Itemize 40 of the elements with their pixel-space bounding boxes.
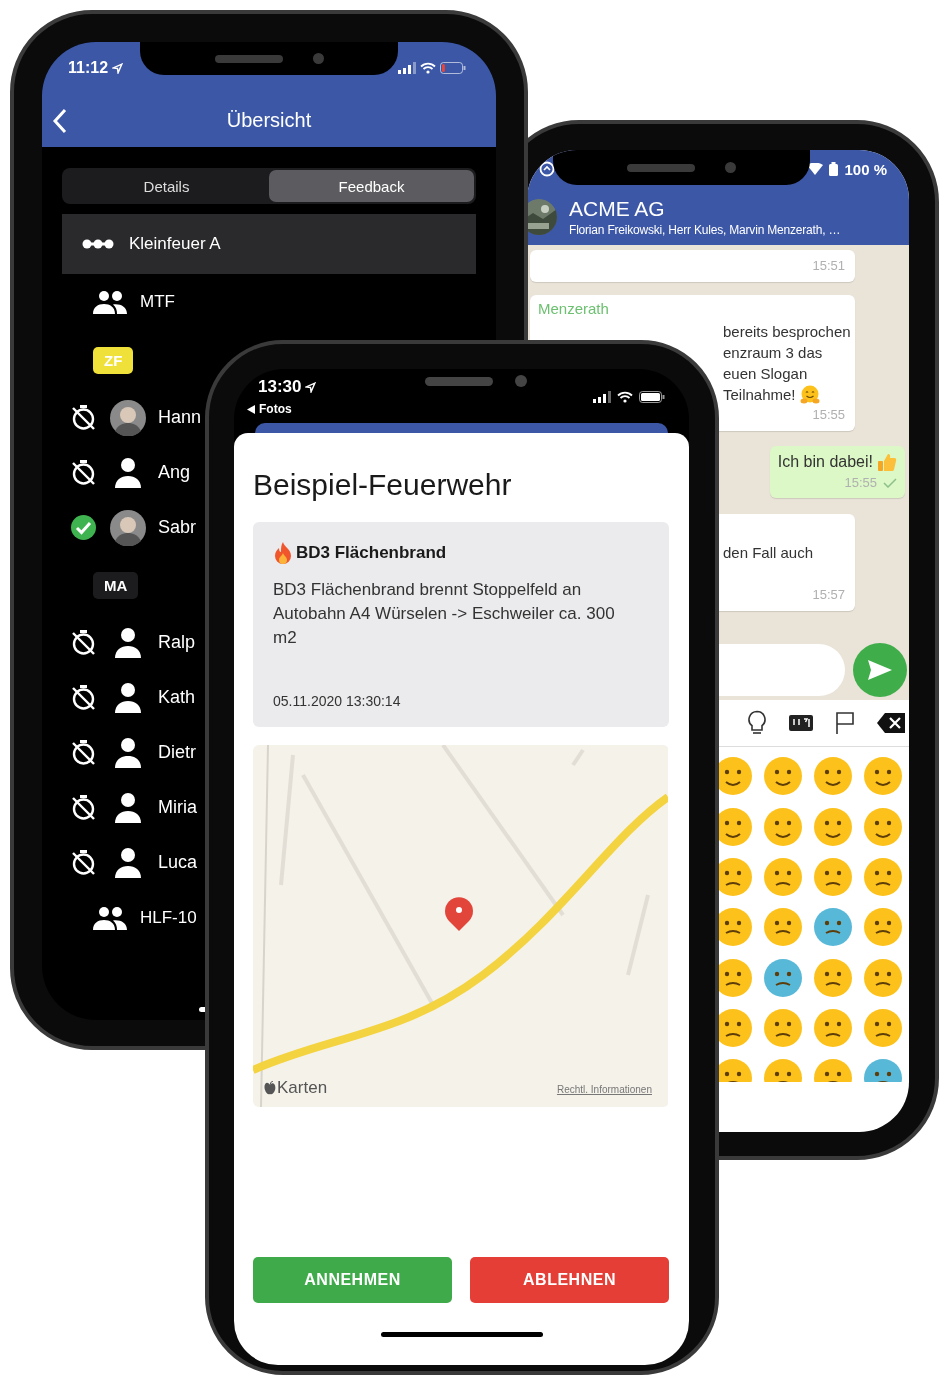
- back-link[interactable]: Fotos: [247, 402, 292, 416]
- unit-name: HLF-10: [140, 908, 197, 928]
- battery-level: 100 %: [844, 160, 887, 178]
- message-text: enzraum 3 das: [723, 343, 823, 363]
- status-time: 13:30: [258, 377, 302, 397]
- message-time: 15:51: [812, 257, 845, 275]
- sheet-title: Beispiel-Feuerwehr: [253, 467, 513, 503]
- event-row[interactable]: Kleinfeuer A: [62, 214, 476, 274]
- group-badge: ZF: [93, 346, 134, 374]
- message-time: 15:55: [812, 406, 845, 424]
- alarm-text: BD3 Flächenbrand brennt Stoppelfeld an Autobahn A4 Würselen -> Eschweiler ca. 300 m2: [273, 579, 616, 649]
- chat-members: Florian Freikowski, Herr Kules, Marvin Menzerath, …: [569, 222, 841, 237]
- person-name: Ang: [158, 462, 191, 483]
- group-badge: MA: [93, 571, 139, 599]
- person-name: Hann: [158, 407, 202, 428]
- status-time: 11:12: [68, 59, 109, 77]
- message-time: 15:55: [844, 474, 877, 492]
- person-name: Luca: [158, 852, 198, 873]
- person-name: Ralp: [158, 632, 196, 653]
- tab[interactable]: Details: [64, 170, 269, 202]
- decline-button[interactable]: ABLEHNEN: [470, 1257, 669, 1303]
- person-name: Dietr: [158, 742, 196, 763]
- tab[interactable]: Feedback: [269, 170, 474, 202]
- legal-link[interactable]: Rechtl. Informationen: [556, 1084, 652, 1095]
- message-time: 15:57: [812, 586, 845, 604]
- unit-name: MTF: [140, 292, 175, 312]
- person-name: Kath: [158, 687, 196, 708]
- sender-name: Menzerath: [538, 300, 609, 317]
- alarm-timestamp: 05.11.2020 13:30:14: [273, 692, 402, 711]
- person-name: Miria: [158, 797, 197, 818]
- message-text: bereits besprochen: [723, 322, 851, 342]
- message-text: den Fall auch: [723, 543, 814, 563]
- message-text: Teilnahme!: [723, 385, 796, 405]
- screen-title: Übersicht: [226, 109, 312, 132]
- person-name: Sabr: [158, 517, 197, 538]
- message-text: Ich bin dabei!: [777, 452, 873, 472]
- message-text: euen Slogan: [723, 364, 808, 384]
- map-attribution: Karten: [277, 1078, 328, 1098]
- alarm-title: BD3 Flächenbrand: [296, 542, 447, 564]
- chat-title: ACME AG: [569, 196, 666, 221]
